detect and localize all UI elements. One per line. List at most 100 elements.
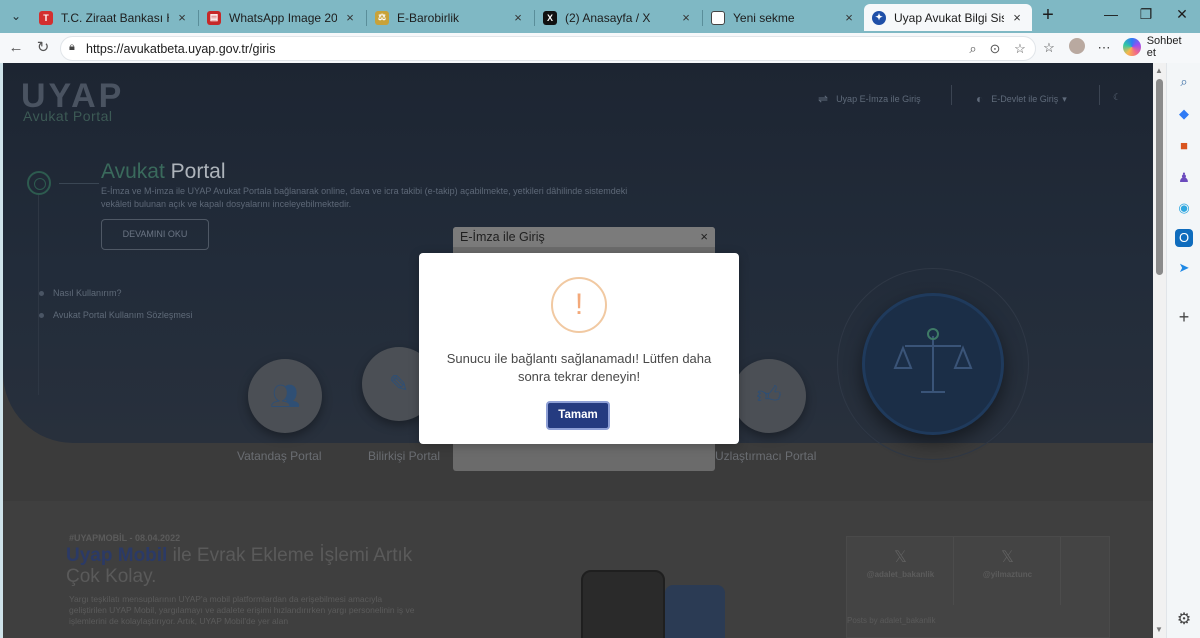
x-logo-icon: 𝕏 <box>1001 549 1014 566</box>
copilot-icon <box>1123 38 1141 56</box>
hero-title-rest: Portal <box>170 160 226 183</box>
scrollbar-thumb[interactable] <box>1156 79 1163 275</box>
zoom-magnifier-icon[interactable]: ⌕ <box>965 41 981 57</box>
hero-title: Avukat Portal <box>101 160 226 184</box>
browser-tab-active[interactable]: ✦ Uyap Avukat Bilgi Sistemi × <box>864 4 1032 31</box>
shopping-tag-icon[interactable]: ◆ <box>1175 105 1193 123</box>
usb-icon: ⇌ <box>818 92 829 106</box>
tab-title: WhatsApp Image 2025-12-26 <box>229 10 337 25</box>
news-body: Yargı teşkilatı mensuplarının UYAP'a mob… <box>69 594 415 626</box>
sidebar-settings-gear-icon[interactable]: ⚙ <box>1175 611 1193 629</box>
bullet-dot-icon <box>39 290 44 296</box>
favorites-icon[interactable]: ☆ <box>1040 40 1058 56</box>
e-imza-login-link[interactable]: ⇌ Uyap E-İmza ile Giriş <box>818 92 921 106</box>
tab-actions-menu-icon[interactable]: ⌄ <box>5 6 27 26</box>
usage-agreement-link[interactable]: Avukat Portal Kullanım Sözleşmesi <box>39 310 192 320</box>
site-info-lock-icon[interactable]: 🔒︎ <box>69 41 83 55</box>
browser-tab[interactable]: X (2) Anasayfa / X × <box>535 4 701 31</box>
ziraat-favicon-icon: T <box>39 10 53 25</box>
tab-title: T.C. Ziraat Bankası Hukuk Oto <box>61 10 169 25</box>
ok-button[interactable]: Tamam <box>546 401 610 430</box>
alert-message: Sunucu ile bağlantı sağlanamadı! Lütfen … <box>446 351 712 384</box>
theme-toggle-icon[interactable]: ☾ <box>1113 92 1121 103</box>
browser-tab[interactable]: ▤ WhatsApp Image 2025-12-26 × <box>199 4 365 31</box>
refresh-icon[interactable]: ↻ <box>33 38 53 58</box>
copilot-label: Sohbet et <box>1146 35 1182 59</box>
close-tab-icon[interactable]: × <box>511 10 525 25</box>
dialog-close-icon[interactable]: × <box>700 229 708 244</box>
pdf-favicon-icon: ▤ <box>207 10 221 25</box>
warning-exclamation-icon: ! <box>551 277 607 333</box>
scale-icon <box>893 328 973 393</box>
news-date: 08.04.2022 <box>135 533 181 543</box>
close-tab-icon[interactable]: × <box>175 10 189 25</box>
x-posts-label: Posts by adalet_bakanlik <box>847 616 936 625</box>
logo-subtitle: Avukat Portal <box>23 108 113 124</box>
header-divider <box>951 85 952 105</box>
uzlastirmaci-portal-thumb-icon[interactable]: 👍︎ <box>732 359 806 433</box>
target-ring-icon <box>27 171 51 195</box>
news-title-highlight: Uyap Mobil <box>66 545 168 566</box>
favorite-star-icon[interactable]: ☆ <box>1012 41 1028 57</box>
decor-line <box>59 183 99 184</box>
how-to-use-label: Nasıl Kullanırım? <box>53 288 122 298</box>
close-window-icon[interactable]: ✕ <box>1167 6 1197 23</box>
browser-tab[interactable]: Yeni sekme × <box>703 4 864 31</box>
minimize-icon[interactable]: — <box>1096 6 1126 22</box>
more-tools-icon[interactable]: ⊙ <box>987 41 1003 57</box>
profile-avatar[interactable] <box>1069 38 1085 54</box>
bilirkisi-portal-label[interactable]: Bilirkişi Portal <box>368 449 440 463</box>
phone-mockup-image <box>581 570 665 638</box>
drop-send-icon[interactable]: ➤ <box>1175 259 1193 277</box>
tools-briefcase-icon[interactable]: ■ <box>1175 137 1193 155</box>
news-title[interactable]: Uyap Mobil ile Evrak Ekleme İşlemi Artık… <box>66 545 426 587</box>
games-icon[interactable]: ♟ <box>1175 169 1193 187</box>
add-sidebar-app-icon[interactable]: + <box>1175 308 1193 326</box>
close-tab-icon[interactable]: × <box>842 10 856 25</box>
x-handle: @adalet_bakanlik <box>866 570 935 579</box>
new-tab-favicon-icon <box>711 10 725 25</box>
tab-title: (2) Anasayfa / X <box>565 10 651 25</box>
vatandas-portal-people-icon[interactable]: 👥︎ <box>248 359 322 433</box>
barobirlik-favicon-icon: ⚖ <box>375 10 389 25</box>
dialog-title: E-İmza ile Giriş <box>460 230 545 244</box>
restore-icon[interactable]: ❐ <box>1131 6 1161 23</box>
read-more-button[interactable]: DEVAMINI OKU <box>101 219 209 250</box>
close-tab-icon[interactable]: × <box>1010 10 1024 25</box>
browser-tab[interactable]: ⚖ E-Barobirlik × <box>367 4 533 31</box>
back-arrow-icon[interactable]: ← <box>6 38 26 58</box>
page-scrollbar[interactable]: ▲ ▼ <box>1153 63 1166 638</box>
settings-more-icon[interactable]: ⋯ <box>1095 40 1113 56</box>
bullet-dot-icon <box>39 312 44 318</box>
browser-tab[interactable]: T T.C. Ziraat Bankası Hukuk Oto × <box>31 4 197 31</box>
hero-description: E-İmza ve M-imza ile UYAP Avukat Portala… <box>101 186 628 209</box>
close-tab-icon[interactable]: × <box>343 10 357 25</box>
connection-error-alert: ! Sunucu ile bağlantı sağlanamadı! Lütfe… <box>419 253 739 444</box>
e-devlet-login-link[interactable]: ◐ E-Devlet ile Giriş ▾ <box>976 92 1067 106</box>
edge-sidebar: ⌕ ◆ ■ ♟ ◉ O ➤ + ⚙ <box>1166 63 1200 638</box>
url-text[interactable]: https://avukatbeta.uyap.gov.tr/giris <box>86 42 275 56</box>
new-tab-plus-icon[interactable]: + <box>1037 5 1059 27</box>
x-account-card[interactable]: 𝕏 @adalet_bakanlik <box>847 537 954 605</box>
e-devlet-icon: ◐ <box>976 92 984 106</box>
news-tag: #UYAPMOBİL - 08.04.2022 <box>69 533 181 543</box>
hero-title-accent: Avukat <box>101 160 165 183</box>
scroll-up-arrow-icon[interactable]: ▲ <box>1155 66 1163 75</box>
scroll-down-arrow-icon[interactable]: ▼ <box>1155 625 1163 634</box>
how-to-use-link[interactable]: Nasıl Kullanırım? <box>39 288 122 298</box>
news-hashtag: #UYAPMOBİL <box>69 533 128 543</box>
close-tab-icon[interactable]: × <box>679 10 693 25</box>
uzlastirmaci-portal-label[interactable]: Uzlaştırmacı Portal <box>715 449 816 463</box>
microsoft-365-icon[interactable]: ◉ <box>1175 199 1193 217</box>
x-feed-widget: 𝕏 @adalet_bakanlik 𝕏 @yilmaztunc Posts b… <box>846 536 1110 638</box>
e-imza-login-label: Uyap E-İmza ile Giriş <box>836 94 921 104</box>
copilot-button[interactable]: Sohbet et <box>1123 35 1193 59</box>
browser-tab-strip: ⌄ T T.C. Ziraat Bankası Hukuk Oto × ▤ Wh… <box>0 0 1200 33</box>
search-icon[interactable]: ⌕ <box>1175 73 1193 91</box>
vatandas-portal-label[interactable]: Vatandaş Portal <box>237 449 322 463</box>
justice-scale-emblem <box>862 293 1004 435</box>
address-bar[interactable]: 🔒︎ https://avukatbeta.uyap.gov.tr/giris … <box>60 36 1036 61</box>
x-handle: @yilmaztunc <box>982 570 1033 579</box>
x-account-card[interactable]: 𝕏 @yilmaztunc <box>954 537 1061 605</box>
outlook-icon[interactable]: O <box>1175 229 1193 247</box>
